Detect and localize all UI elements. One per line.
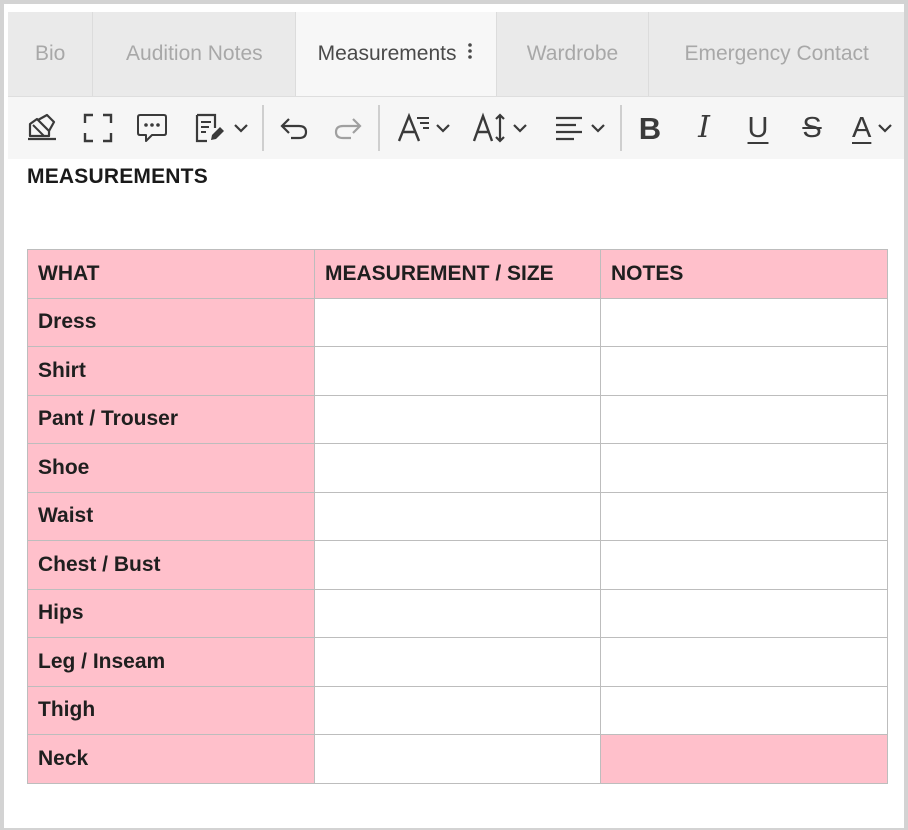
chevron-down-icon [234, 124, 248, 133]
tab-wardrobe[interactable]: Wardrobe [497, 12, 650, 96]
tab-emergency-contact[interactable]: Emergency Contact [649, 12, 904, 96]
column-header-notes[interactable]: NOTES [600, 249, 888, 299]
align-icon [556, 116, 582, 141]
size-cell[interactable] [314, 346, 601, 396]
notes-cell[interactable] [600, 588, 888, 638]
tab-label: Measurements [317, 42, 457, 65]
row-label[interactable]: Dress [27, 297, 315, 347]
chevron-down-icon [591, 124, 605, 133]
table-row: Waist [27, 491, 888, 541]
undo-button[interactable] [274, 97, 314, 159]
comment-button[interactable] [132, 97, 172, 159]
note-edit-dropdown[interactable] [186, 97, 256, 159]
bold-icon: B [638, 110, 662, 146]
redo-icon [334, 118, 362, 140]
clear-format-button[interactable] [22, 97, 62, 159]
table-row: Chest / Bust [27, 540, 888, 590]
editor-window: Bio Audition Notes Measurements Wardrobe… [0, 0, 908, 830]
notes-cell[interactable] [600, 734, 888, 784]
notes-cell[interactable] [600, 637, 888, 687]
column-header-measurement[interactable]: MEASUREMENT / SIZE [314, 249, 601, 299]
notes-cell[interactable] [600, 685, 888, 735]
size-cell[interactable] [314, 637, 601, 687]
clear-format-icon [28, 113, 56, 141]
font-color-dropdown[interactable]: A [848, 97, 904, 159]
tab-label: Emergency Contact [684, 42, 869, 65]
align-dropdown[interactable] [548, 97, 612, 159]
tab-label: Wardrobe [526, 42, 619, 65]
notes-cell[interactable] [600, 540, 888, 590]
size-cell[interactable] [314, 491, 601, 541]
table-row: Thigh [27, 685, 888, 735]
row-label[interactable]: Leg / Inseam [27, 637, 315, 687]
notes-cell[interactable] [600, 394, 888, 444]
document-area[interactable]: MEASUREMENTS WHAT MEASUREMENT / SIZE NOT… [8, 159, 904, 828]
size-cell[interactable] [314, 540, 601, 590]
table-row: Leg / Inseam [27, 637, 888, 687]
column-header-what[interactable]: WHAT [27, 249, 315, 299]
fullscreen-icon [83, 113, 113, 143]
italic-button[interactable]: I [686, 97, 722, 159]
notes-cell[interactable] [600, 297, 888, 347]
comment-icon [137, 114, 167, 142]
undo-icon [280, 118, 308, 140]
row-label[interactable]: Shoe [27, 443, 315, 493]
table-row: Hips [27, 588, 888, 638]
row-label[interactable]: Chest / Bust [27, 540, 315, 590]
row-label[interactable]: Neck [27, 734, 315, 784]
size-cell[interactable] [314, 588, 601, 638]
chevron-down-icon [878, 124, 893, 133]
row-label[interactable]: Hips [27, 588, 315, 638]
notes-cell[interactable] [600, 346, 888, 396]
italic-icon: I [698, 110, 710, 145]
toolbar-separator [378, 105, 380, 151]
size-cell[interactable] [314, 734, 601, 784]
tab-measurements[interactable]: Measurements [296, 12, 497, 96]
note-edit-icon [195, 113, 224, 143]
tab-label: Bio [34, 42, 66, 65]
toolbar-separator [262, 105, 264, 151]
row-label[interactable]: Thigh [27, 685, 315, 735]
bold-button[interactable]: B [632, 97, 668, 159]
underline-button[interactable]: U [740, 97, 776, 159]
table-row: Dress [27, 297, 888, 347]
size-cell[interactable] [314, 443, 601, 493]
table-row: Pant / Trouser [27, 394, 888, 444]
tab-bar: Bio Audition Notes Measurements Wardrobe… [8, 12, 904, 96]
table-row: Shirt [27, 346, 888, 396]
row-label[interactable]: Pant / Trouser [27, 394, 315, 444]
tab-bio[interactable]: Bio [8, 12, 94, 96]
strikethrough-icon: S [802, 111, 822, 144]
line-height-icon [472, 112, 505, 143]
notes-cell[interactable] [600, 491, 888, 541]
formatting-toolbar: B I U S A [8, 96, 904, 160]
font-size-dropdown[interactable] [392, 97, 456, 159]
table-row: Neck [27, 734, 888, 784]
strikethrough-button[interactable]: S [794, 97, 830, 159]
redo-button[interactable] [328, 97, 368, 159]
font-color-icon: A [852, 111, 872, 144]
underline-icon: U [747, 111, 769, 144]
notes-cell[interactable] [600, 443, 888, 493]
chevron-down-icon [436, 124, 450, 133]
measurements-table: WHAT MEASUREMENT / SIZE NOTES Dress Shir… [27, 249, 888, 784]
chevron-down-icon [513, 124, 527, 133]
size-cell[interactable] [314, 297, 601, 347]
fullscreen-button[interactable] [78, 97, 118, 159]
tab-audition-notes[interactable]: Audition Notes [93, 12, 297, 96]
size-cell[interactable] [314, 394, 601, 444]
row-label[interactable]: Waist [27, 491, 315, 541]
line-height-dropdown[interactable] [468, 97, 532, 159]
tab-label: Audition Notes [126, 42, 263, 65]
table-row: Shoe [27, 443, 888, 493]
table-header-row: WHAT MEASUREMENT / SIZE NOTES [27, 249, 888, 299]
font-size-icon [397, 112, 429, 142]
row-label[interactable]: Shirt [27, 346, 315, 396]
kebab-menu-icon[interactable] [466, 41, 474, 67]
size-cell[interactable] [314, 685, 601, 735]
document-heading: MEASUREMENTS [27, 165, 208, 188]
toolbar-separator [620, 105, 622, 151]
